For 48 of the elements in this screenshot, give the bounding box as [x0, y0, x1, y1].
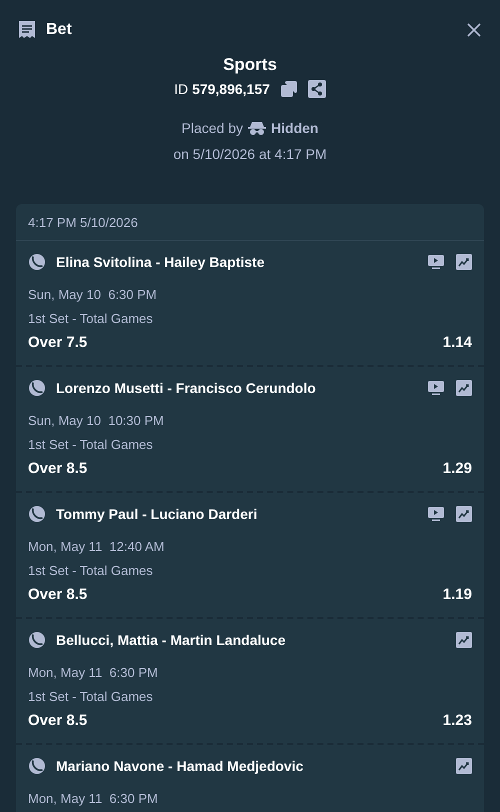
- odds-value: 1.29: [442, 460, 472, 477]
- bet-id: 579,896,157: [192, 81, 270, 97]
- selection: Over 7.5: [28, 334, 88, 351]
- slip-timestamp: 4:17 PM 5/10/2026: [16, 204, 484, 241]
- tennis-ball-icon: [28, 631, 46, 649]
- match-title: Tommy Paul - Luciano Darderi: [56, 506, 258, 522]
- receipt-icon: [17, 20, 37, 40]
- selection: Over 8.5: [28, 712, 88, 729]
- odds-value: 1.23: [442, 712, 472, 729]
- bet-category: Sports: [223, 54, 277, 76]
- placed-date: on 5/10/2026 at 4:17 PM: [173, 146, 327, 162]
- id-label: ID: [174, 81, 188, 97]
- market-name: 1st Set - Total Games: [28, 689, 154, 704]
- odds-value: 1.19: [442, 586, 472, 603]
- stats-icon[interactable]: [456, 506, 472, 522]
- live-stream-icon[interactable]: [428, 380, 444, 396]
- tennis-ball-icon: [28, 505, 46, 523]
- incognito-icon: [248, 120, 266, 136]
- close-icon[interactable]: [466, 22, 482, 38]
- tennis-ball-icon: [28, 757, 46, 775]
- match-title: Elina Svitolina - Hailey Baptiste: [56, 254, 265, 270]
- share-icon[interactable]: [308, 80, 326, 98]
- stats-icon[interactable]: [456, 380, 472, 396]
- tennis-ball-icon: [28, 379, 46, 397]
- match-start-time: Mon, May 11 6:30 PM: [28, 665, 159, 680]
- market-name: 1st Set - Total Games: [28, 563, 154, 578]
- copy-icon[interactable]: [280, 80, 298, 98]
- placed-by-label: Placed by: [182, 120, 244, 136]
- match-start-time: Mon, May 11 12:40 AM: [28, 539, 166, 554]
- match-start-time: Mon, May 11 6:30 PM: [28, 791, 159, 806]
- stats-icon[interactable]: [456, 758, 472, 774]
- selection: Over 8.5: [28, 586, 88, 603]
- selection: Over 8.5: [28, 460, 88, 477]
- stats-icon[interactable]: [456, 632, 472, 648]
- match-start-time: Sun, May 10 6:30 PM: [28, 287, 158, 302]
- live-stream-icon[interactable]: [428, 254, 444, 270]
- market-name: 1st Set - Total Games: [28, 437, 154, 452]
- match-title: Mariano Navone - Hamad Medjedovic: [56, 758, 304, 774]
- match-start-time: Sun, May 10 10:30 PM: [28, 413, 165, 428]
- placed-by-name: Hidden: [271, 120, 318, 136]
- panel-title: Bet: [46, 21, 72, 39]
- tennis-ball-icon: [28, 253, 46, 271]
- match-title: Lorenzo Musetti - Francisco Cerundolo: [56, 380, 316, 396]
- live-stream-icon[interactable]: [428, 506, 444, 522]
- market-name: 1st Set - Total Games: [28, 311, 154, 326]
- match-title: Bellucci, Mattia - Martin Landaluce: [56, 632, 286, 648]
- odds-value: 1.14: [442, 334, 472, 351]
- stats-icon[interactable]: [456, 254, 472, 270]
